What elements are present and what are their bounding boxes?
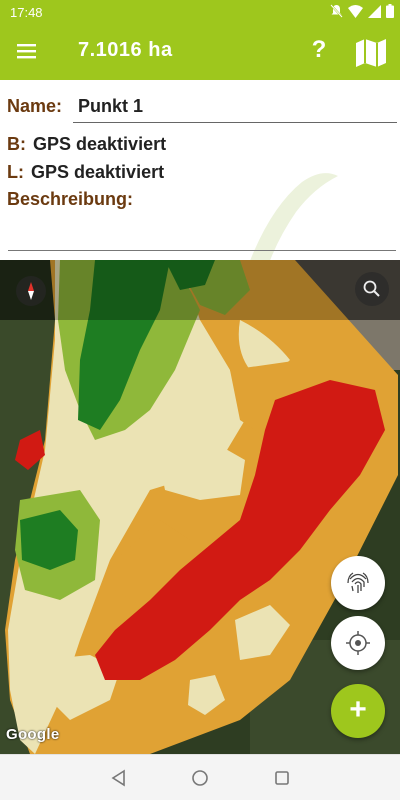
home-circle-icon[interactable] (189, 767, 211, 789)
status-bar: 17:48 (0, 0, 400, 24)
battery-icon (386, 4, 394, 18)
area-title: 7.1016 ha (78, 39, 173, 61)
name-field[interactable]: Punkt 1 (73, 95, 397, 123)
longitude-label: L: (7, 162, 24, 182)
back-triangle-icon[interactable] (108, 767, 130, 789)
locate-button[interactable] (331, 616, 385, 670)
description-field[interactable] (8, 250, 396, 251)
add-point-button[interactable]: + (331, 684, 385, 738)
name-label: Name: (7, 96, 63, 116)
help-button[interactable]: ? (306, 36, 332, 66)
notifications-off-icon (330, 4, 343, 18)
longitude-row: L: GPS deaktiviert (7, 162, 164, 183)
latitude-label: B: (7, 134, 26, 154)
gps-target-icon (346, 631, 370, 655)
zone-map (0, 260, 400, 754)
point-form: Name: Punkt 1 B: GPS deaktiviert L: GPS … (0, 80, 400, 260)
app-bar: 7.1016 ha ? (0, 24, 400, 80)
latitude-row: B: GPS deaktiviert (7, 134, 166, 155)
fingerprint-icon (347, 572, 369, 593)
name-row: Name: Punkt 1 (7, 95, 397, 125)
latitude-value: GPS deaktiviert (33, 134, 167, 154)
field-map[interactable]: Google + (0, 260, 400, 754)
description-label: Beschreibung: (7, 189, 134, 209)
menu-icon[interactable] (14, 38, 40, 64)
status-time: 17:48 (10, 5, 43, 20)
compass-button[interactable] (16, 276, 46, 306)
compass-icon (28, 282, 34, 300)
logo-watermark (250, 173, 338, 260)
wifi-icon (348, 4, 363, 18)
longitude-value: GPS deaktiviert (31, 162, 165, 182)
recents-square-icon[interactable] (271, 767, 293, 789)
google-attribution: Google (6, 726, 60, 743)
system-nav-bar (0, 754, 400, 800)
search-icon (363, 280, 380, 297)
status-icons (330, 4, 394, 18)
description-row: Beschreibung: (7, 189, 135, 210)
map-search-button[interactable] (355, 272, 389, 306)
fingerprint-button[interactable] (331, 556, 385, 610)
signal-icon (368, 4, 381, 18)
map-header-shade (0, 260, 400, 320)
map-icon[interactable] (354, 36, 388, 68)
